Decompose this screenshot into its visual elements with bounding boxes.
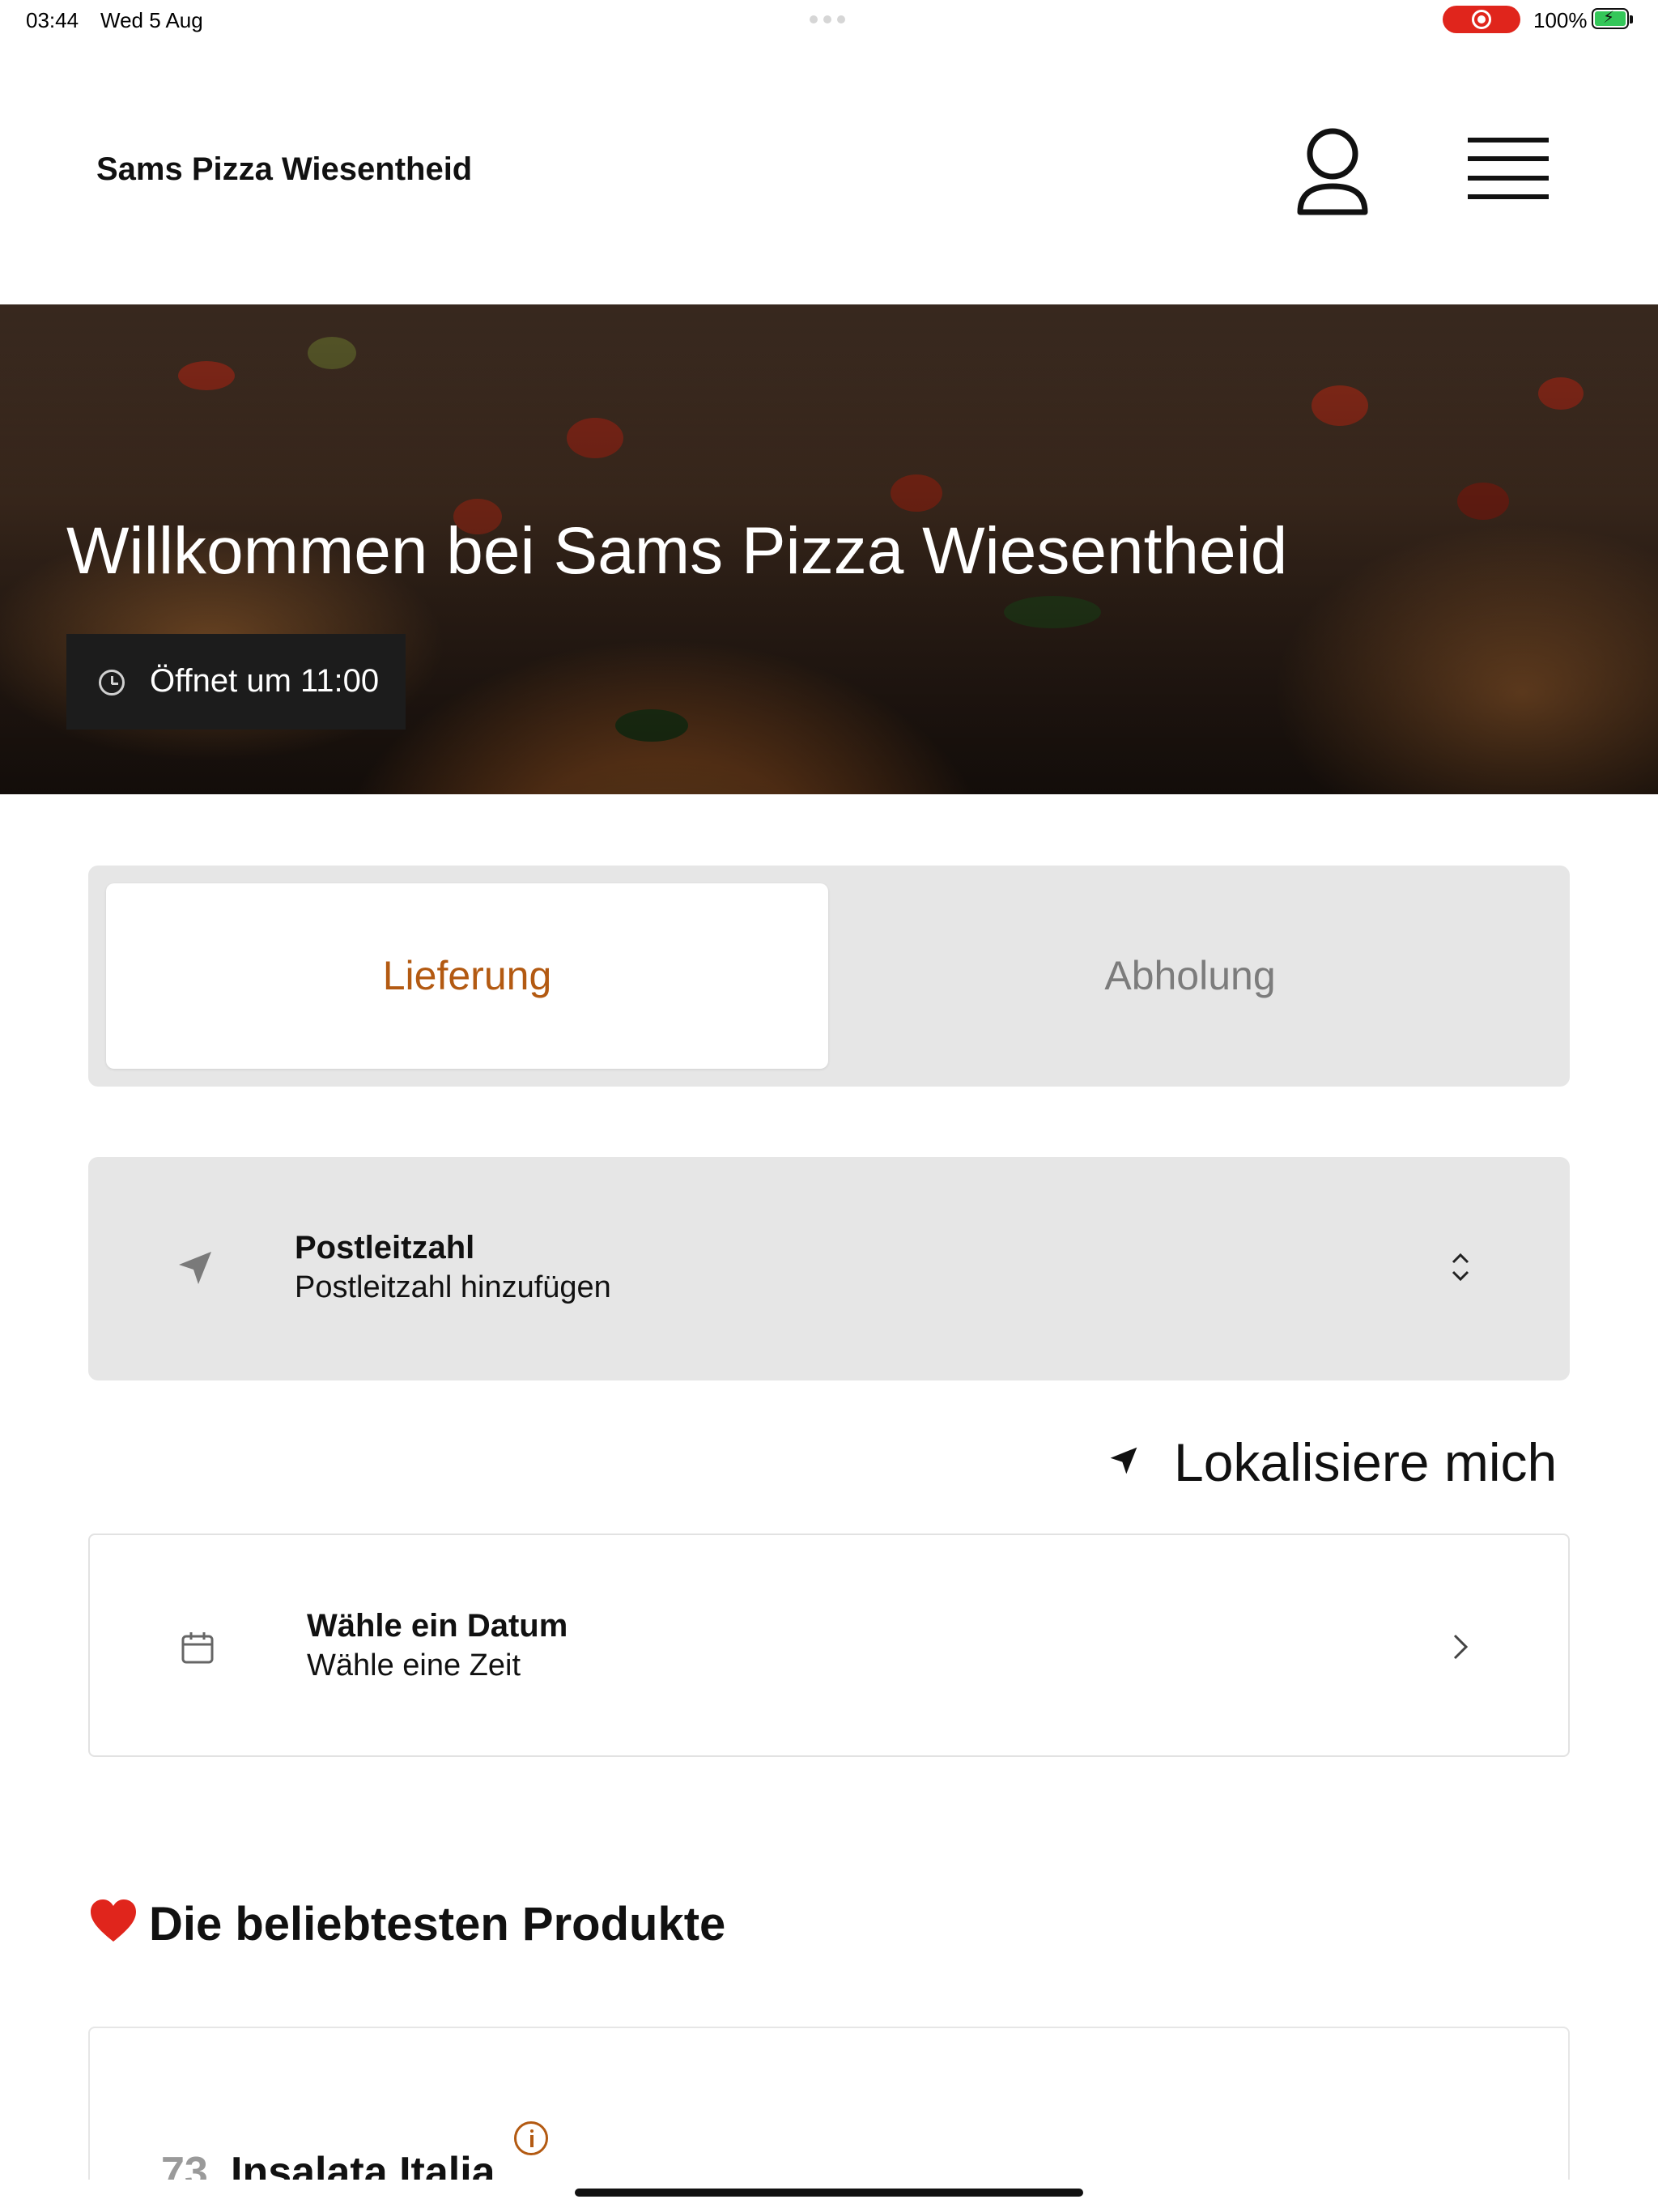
home-indicator[interactable] [575, 2189, 1083, 2197]
product-name: Insalata Italia [231, 2149, 495, 2180]
product-number: 73 [161, 2149, 208, 2180]
product-list: 73 Insalata Italia [0, 0, 1658, 2180]
product-card[interactable]: 73 Insalata Italia [88, 2027, 1570, 2180]
info-icon[interactable] [514, 2121, 548, 2155]
